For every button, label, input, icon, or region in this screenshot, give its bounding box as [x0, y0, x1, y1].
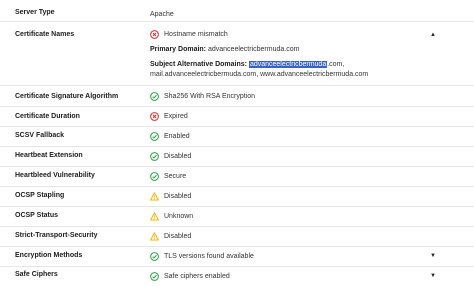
row-label: OCSP Status [15, 212, 59, 219]
row-label: Certificate Names [15, 31, 75, 38]
table-row: Heartbleed Vulnerability Secure [0, 167, 474, 187]
table-row: Certificate Signature Algorithm Sha256 W… [0, 86, 474, 107]
san-rest: .com, [327, 61, 345, 68]
warning-icon [150, 212, 159, 221]
heartbeat-extension-value: Disabled [164, 153, 192, 160]
ocsp-stapling-value: Disabled [164, 193, 192, 200]
check-icon [150, 152, 159, 161]
subject-alternative-domains: Subject Alternative Domains: advanceelec… [150, 60, 368, 80]
san-selected-text[interactable]: advanceelectricbermuda [248, 61, 328, 68]
row-label: SCSV Fallback [15, 132, 65, 139]
certificate-duration-value: Expired [164, 113, 188, 120]
check-icon [150, 252, 159, 261]
ocsp-status-value: Unknown [164, 213, 194, 220]
table-row: Server Type Apache [0, 0, 474, 22]
table-row: Certificate Duration Expired [0, 107, 474, 127]
table-row: SCSV Fallback Enabled [0, 127, 474, 147]
hsts-value: Disabled [164, 233, 192, 240]
warning-icon [150, 232, 159, 241]
primary-domain: Primary Domain: advanceelectricbermuda.c… [150, 45, 299, 55]
row-value: Unknown [150, 212, 193, 221]
scsv-fallback-value: Enabled [164, 133, 190, 140]
safe-ciphers-value: Safe ciphers enabled [164, 273, 230, 280]
expand-caret-icon[interactable]: ▼ [430, 273, 436, 279]
san-line2: mail.advanceelectricbermuda.com, www.adv… [150, 71, 369, 78]
row-value: Disabled [150, 232, 191, 241]
row-value: TLS versions found available [150, 252, 254, 261]
table-row[interactable]: Safe Ciphers Safe ciphers enabled ▼ [0, 267, 474, 287]
row-value: Disabled [150, 152, 191, 161]
row-value: Secure [150, 172, 186, 181]
encryption-methods-value: TLS versions found available [164, 253, 254, 260]
heartbleed-value: Secure [164, 173, 187, 180]
table-row: Strict-Transport-Security Disabled [0, 227, 474, 247]
certificate-names-value: Hostname mismatch [164, 31, 228, 38]
error-icon [150, 112, 159, 121]
row-label: Heartbleed Vulnerability [15, 172, 95, 179]
table-row: OCSP Status Unknown [0, 207, 474, 227]
table-row[interactable]: Certificate Names Hostname mismatch ▲ Pr… [0, 22, 474, 86]
row-value: Enabled [150, 132, 190, 141]
check-icon [150, 92, 159, 101]
row-label: Certificate Duration [15, 113, 80, 120]
row-value: Safe ciphers enabled [150, 272, 230, 281]
row-label: Encryption Methods [15, 252, 83, 259]
warning-icon [150, 192, 159, 201]
row-value: Apache [150, 11, 174, 18]
row-label: Safe Ciphers [15, 271, 58, 278]
table-row: OCSP Stapling Disabled [0, 187, 474, 207]
san-label: Subject Alternative Domains: [150, 61, 247, 68]
row-label: Heartbeat Extension [15, 152, 83, 159]
check-icon [150, 172, 159, 181]
check-icon [150, 132, 159, 141]
row-value: Disabled [150, 192, 191, 201]
row-label: Server Type [15, 9, 55, 16]
primary-domain-value: advanceelectricbermuda.com [207, 46, 300, 53]
row-value: Hostname mismatch [150, 30, 228, 39]
row-label: Certificate Signature Algorithm [15, 93, 119, 100]
signature-algorithm-value: Sha256 With RSA Encryption [164, 93, 256, 100]
expand-caret-icon[interactable]: ▼ [430, 253, 436, 259]
row-value: Expired [150, 112, 188, 121]
ssl-report-table: Server Type Apache Certificate Names Hos… [0, 0, 474, 287]
row-value: Sha256 With RSA Encryption [150, 92, 255, 101]
table-row[interactable]: Encryption Methods TLS versions found av… [0, 247, 474, 267]
table-row: Heartbeat Extension Disabled [0, 147, 474, 167]
error-icon [150, 30, 159, 39]
collapse-caret-icon[interactable]: ▲ [430, 32, 436, 38]
row-label: OCSP Stapling [15, 192, 65, 199]
row-label: Strict-Transport-Security [15, 232, 98, 239]
check-icon [150, 272, 159, 281]
primary-domain-label: Primary Domain: [150, 46, 207, 53]
server-type-value: Apache [150, 11, 174, 18]
